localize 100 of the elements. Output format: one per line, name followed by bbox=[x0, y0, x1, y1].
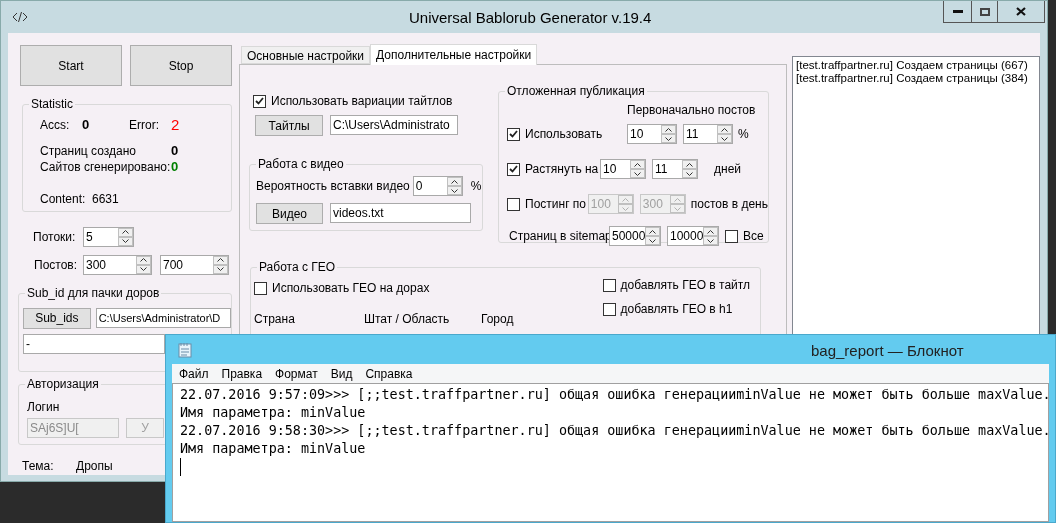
caret-down-icon bbox=[634, 171, 641, 176]
log-entry[interactable]: [test.traffpartner.ru] Создаем страницы (667) bbox=[796, 59, 1039, 72]
number-field[interactable]: 50000 bbox=[609, 226, 661, 246]
text-line: 22.07.2016 9:57:09>>> [;;test.traffpartner.ru] общая ошибка генерацииminValue не может быть больше maxValue. bbox=[180, 386, 1048, 404]
action-button[interactable]: Start bbox=[20, 45, 122, 86]
menu-item[interactable]: Файл bbox=[179, 364, 209, 383]
theme-value: Дропы bbox=[76, 458, 113, 475]
stat-label: Error: bbox=[129, 117, 160, 134]
spin-down-button[interactable] bbox=[661, 134, 676, 143]
text-field[interactable]: - bbox=[23, 333, 165, 354]
spin-up-button[interactable] bbox=[446, 177, 462, 186]
text-area[interactable] bbox=[172, 383, 1049, 522]
checkbox[interactable] bbox=[507, 127, 520, 141]
stat-label: Content: bbox=[40, 191, 87, 208]
spin-down-button[interactable] bbox=[703, 236, 718, 245]
sub-ids-button[interactable]: Sub_ids bbox=[23, 307, 91, 329]
checkbox-label: Использовать ГЕО на дорах bbox=[272, 280, 430, 297]
caret-down-icon bbox=[665, 136, 672, 141]
checkbox-label: Постинг по bbox=[525, 196, 586, 213]
checkbox[interactable] bbox=[725, 229, 738, 243]
number-field[interactable]: 10 bbox=[627, 124, 677, 144]
spin-down-button[interactable] bbox=[630, 169, 645, 178]
checkbox[interactable] bbox=[254, 281, 267, 295]
column-header: Штат / Область bbox=[364, 311, 451, 328]
spin-up-button[interactable] bbox=[645, 227, 660, 236]
unit-label: % bbox=[470, 178, 482, 195]
text-line: Имя параметра: minValue bbox=[180, 440, 367, 458]
spin-down-button[interactable] bbox=[682, 169, 697, 178]
checkbox[interactable] bbox=[253, 94, 266, 108]
number-field[interactable]: 11 bbox=[652, 159, 698, 179]
spin-down-button[interactable] bbox=[118, 236, 133, 246]
number-field[interactable]: 10000 bbox=[667, 226, 719, 246]
caret-down-icon bbox=[450, 188, 458, 193]
log-entry[interactable]: [test.traffpartner.ru] Создаем страницы (384) bbox=[796, 72, 1039, 85]
maximize-icon bbox=[979, 7, 990, 16]
number-field[interactable]: 5 bbox=[83, 226, 134, 247]
group-title: Работа с видео bbox=[256, 156, 346, 172]
menu-item[interactable]: Вид bbox=[330, 364, 353, 383]
spin-down-button[interactable] bbox=[645, 236, 660, 245]
caret-up-icon bbox=[673, 197, 681, 202]
spin-down-button[interactable] bbox=[136, 264, 151, 274]
checkbox[interactable] bbox=[602, 302, 616, 316]
number-field[interactable]: 10 bbox=[600, 159, 646, 179]
menu-item[interactable]: Правка bbox=[221, 364, 263, 383]
unit-label: дней bbox=[714, 161, 741, 178]
field-label: Постов: bbox=[33, 256, 79, 274]
spin-down-button[interactable] bbox=[446, 186, 462, 195]
number-field[interactable]: 11 bbox=[683, 124, 733, 144]
caret-down-icon bbox=[122, 239, 129, 244]
caret-down-icon bbox=[649, 238, 656, 243]
text-line: 22.07.2016 9:58:30>>> [;;test.traffpartner.ru] общая ошибка генерацииminValue не может быть больше maxValue. bbox=[180, 422, 1048, 440]
number-field[interactable]: 0 bbox=[412, 176, 463, 196]
spin-up-button[interactable] bbox=[661, 125, 676, 134]
spin-up-button[interactable] bbox=[703, 227, 718, 236]
caret-down-icon bbox=[217, 267, 224, 272]
spin-up-button[interactable] bbox=[682, 160, 697, 169]
text-field[interactable]: videos.txt bbox=[330, 203, 471, 223]
checkbox-label: добавлять ГЕО в тайтл bbox=[620, 277, 750, 294]
menu-item[interactable]: Справка bbox=[365, 364, 413, 383]
spin-up-button[interactable] bbox=[630, 160, 645, 169]
theme-label: Тема: bbox=[22, 458, 55, 475]
unit-label: % bbox=[738, 126, 749, 143]
close-icon bbox=[1016, 7, 1026, 16]
tab[interactable]: Дополнительные настройки bbox=[370, 44, 538, 65]
window-title: bag_report — Блокнот bbox=[811, 341, 964, 361]
spin-up-button[interactable] bbox=[213, 255, 228, 265]
caret-down-icon bbox=[686, 171, 693, 176]
caret-up-icon bbox=[649, 229, 656, 234]
checkbox-label: Использовать вариации тайтлов bbox=[271, 93, 453, 110]
titles-button[interactable]: Тайтлы bbox=[255, 115, 323, 136]
spin-up-button[interactable] bbox=[717, 125, 732, 134]
column-header: Страна bbox=[254, 311, 296, 328]
field-label: Вероятность вставки видео bbox=[256, 178, 410, 195]
action-button[interactable]: Stop bbox=[130, 45, 232, 86]
spin-down-button[interactable] bbox=[717, 134, 732, 143]
stat-value: 6631 bbox=[92, 191, 119, 208]
video-button[interactable]: Видео bbox=[256, 203, 323, 224]
menu-item[interactable]: Формат bbox=[275, 364, 318, 383]
spin-up-button[interactable] bbox=[118, 227, 133, 237]
tab[interactable]: Основные настройки bbox=[241, 46, 371, 64]
minimize-icon bbox=[952, 10, 963, 13]
spin-up-button[interactable] bbox=[136, 255, 151, 265]
stat-value: 0 bbox=[171, 142, 179, 161]
checkbox-label: Все bbox=[743, 228, 764, 245]
stat-label: Accs: bbox=[40, 117, 71, 134]
field-label: Потоки: bbox=[32, 228, 77, 246]
caret-up-icon bbox=[665, 127, 672, 132]
checkmark-icon bbox=[509, 130, 518, 138]
number-field[interactable]: 700 bbox=[160, 254, 229, 275]
stat-value: 0 bbox=[171, 158, 179, 177]
text-line: Имя параметра: minValue bbox=[180, 404, 367, 422]
unit-label: постов в день bbox=[690, 196, 768, 213]
checkbox[interactable] bbox=[602, 278, 616, 292]
notepad-icon bbox=[178, 341, 192, 358]
checkbox[interactable] bbox=[507, 162, 520, 176]
text-field[interactable]: C:\Users\Administrato bbox=[330, 115, 458, 135]
window-title: Universal Bablorub Generator v.19.4 bbox=[409, 8, 652, 28]
spin-down-button[interactable] bbox=[213, 264, 228, 274]
number-field[interactable]: 300 bbox=[83, 254, 152, 275]
text-field[interactable]: C:\Users\Administrator\D bbox=[95, 307, 231, 328]
